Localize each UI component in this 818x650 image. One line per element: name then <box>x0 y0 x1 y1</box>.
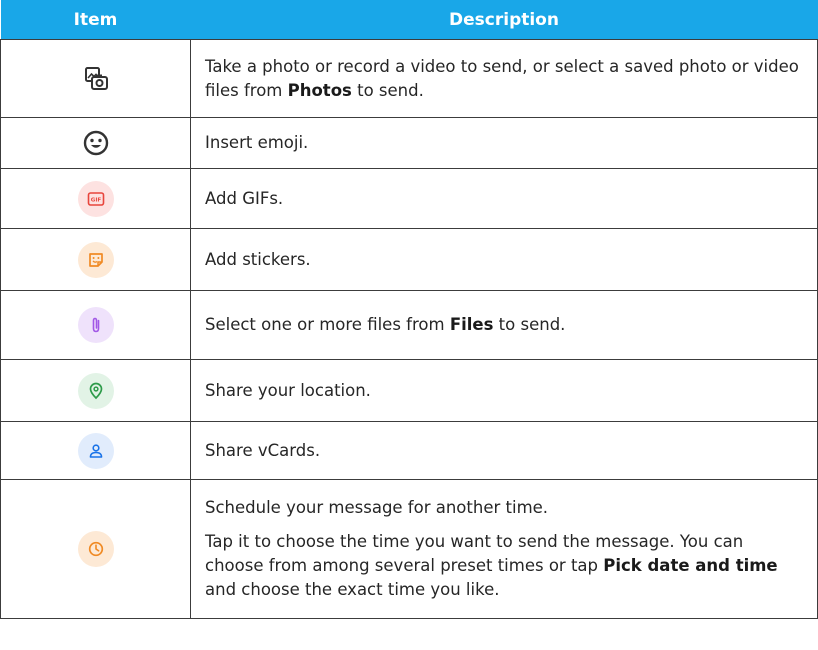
attachment-icon <box>77 307 114 343</box>
description-cell: Insert emoji. <box>190 117 818 169</box>
description-cell: Add GIFs. <box>190 168 818 229</box>
table-row: Take a photo or record a video to send, … <box>0 39 818 118</box>
description-cell: Schedule your message for another time. … <box>190 479 818 619</box>
description-cell: Add stickers. <box>190 228 818 291</box>
schedule-paragraph: Schedule your message for another time. <box>205 498 549 517</box>
table-row: Share vCards. <box>0 421 818 480</box>
table-header-row: Item Description <box>0 0 818 40</box>
icon-cell <box>0 290 191 360</box>
column-header-description: Description <box>190 0 818 40</box>
description-text: and choose the exact time you like. <box>205 580 500 599</box>
description-text: to send. <box>493 315 566 334</box>
schedule-instructions-paragraph: Tap it to choose the time you want to se… <box>205 530 803 602</box>
table-row: Insert emoji. <box>0 117 818 169</box>
photos-keyword: Photos <box>287 80 352 100</box>
icon-cell <box>0 39 191 118</box>
gif-icon-label: GIF <box>90 197 101 203</box>
icon-cell <box>0 359 191 422</box>
icon-cell <box>0 479 191 619</box>
description-text: to send. <box>351 80 424 100</box>
description-cell: Share your location. <box>190 359 818 422</box>
description-cell: Share vCards. <box>190 421 818 480</box>
table-row: Share your location. <box>0 359 818 422</box>
table-row: Schedule your message for another time. … <box>0 479 818 619</box>
description-cell: Take a photo or record a video to send, … <box>190 39 818 118</box>
icon-cell <box>0 421 191 480</box>
table-row: Select one or more files from Files to s… <box>0 290 818 360</box>
table-row: Add stickers. <box>0 228 818 291</box>
clock-icon <box>77 531 114 567</box>
table-row: GIF Add GIFs. <box>0 168 818 229</box>
description-cell: Select one or more files from Files to s… <box>190 290 818 360</box>
files-keyword: Files <box>449 315 494 334</box>
emoji-icon <box>83 130 109 156</box>
sticker-icon <box>77 241 114 278</box>
pick-date-time-keyword: Pick date and time <box>603 556 778 575</box>
gif-icon: GIF <box>77 180 114 217</box>
icon-cell <box>0 117 191 169</box>
icon-cell <box>0 228 191 291</box>
description-text: Select one or more files from <box>205 315 450 334</box>
column-header-item: Item <box>0 0 191 40</box>
icon-cell: GIF <box>0 168 191 229</box>
photo-camera-icon <box>83 66 109 92</box>
feature-table: Item Description Take a photo or record … <box>0 0 818 619</box>
contact-person-icon <box>77 432 114 469</box>
location-pin-icon <box>77 372 114 409</box>
